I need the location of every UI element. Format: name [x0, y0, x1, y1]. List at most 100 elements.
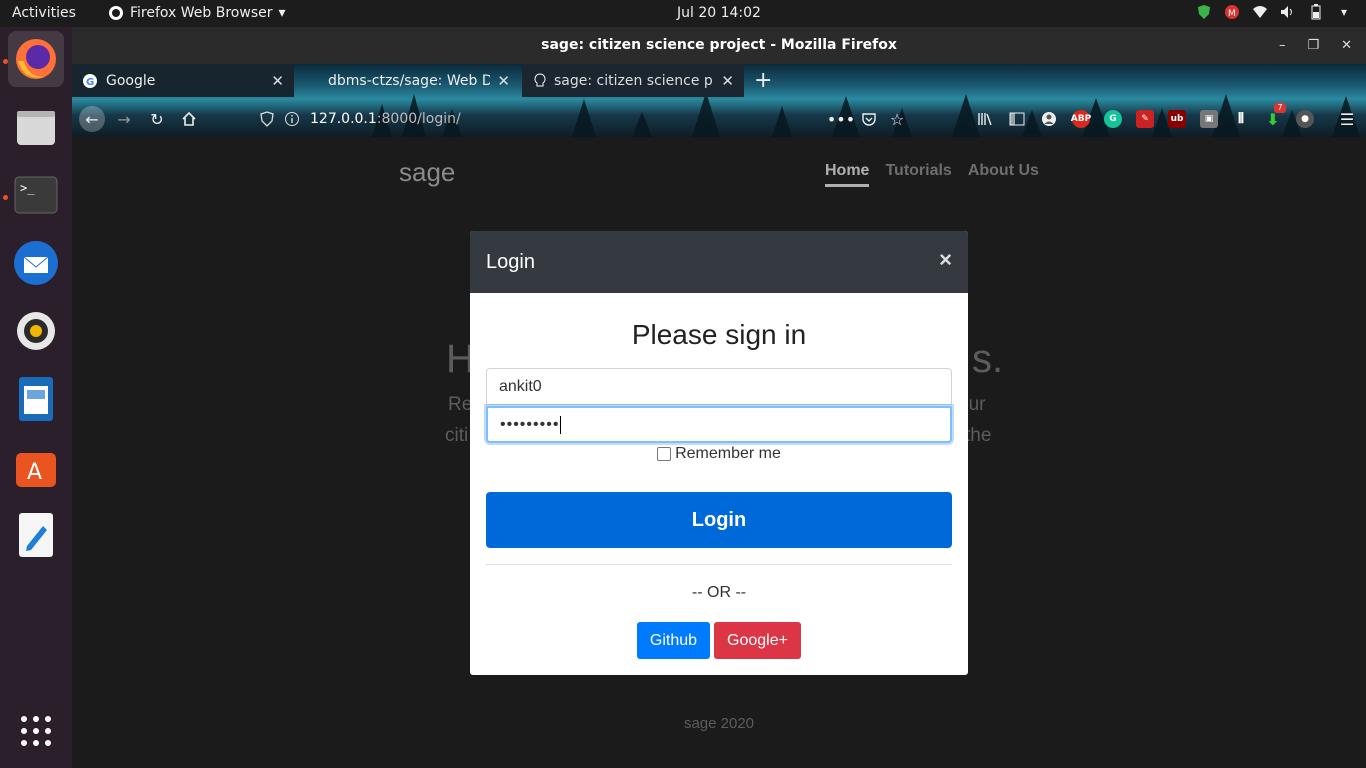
- chevron-down-icon[interactable]: ▾: [1336, 4, 1352, 20]
- google-favicon-icon: G: [83, 73, 97, 88]
- remember-me[interactable]: Remember me: [470, 445, 968, 463]
- text-editor-icon: [19, 513, 53, 557]
- reload-button[interactable]: ↻: [144, 106, 170, 132]
- tracking-shield-icon[interactable]: [260, 111, 274, 127]
- remember-label: Remember me: [675, 445, 781, 462]
- google-login-button[interactable]: Google+: [714, 622, 801, 659]
- reload-icon: ↻: [150, 109, 164, 129]
- login-button[interactable]: Login: [486, 492, 952, 548]
- hero-heading-right: s.: [972, 337, 1004, 381]
- forward-button[interactable]: →: [111, 106, 137, 132]
- minimize-icon[interactable]: –: [1279, 27, 1286, 64]
- site-footer: sage 2020: [683, 715, 755, 732]
- password-input[interactable]: •••••••••: [486, 406, 952, 443]
- site-brand[interactable]: sage: [399, 157, 455, 188]
- ublock-icon[interactable]: ub: [1168, 110, 1186, 128]
- color-picker-icon[interactable]: ✎: [1136, 110, 1154, 128]
- tab-and-nav-strip: G Google ✕ dbms-ctzs/sage: Web De ✕ sage…: [72, 64, 1366, 137]
- nav-home[interactable]: Home: [825, 162, 870, 187]
- wifi-icon[interactable]: [1252, 4, 1268, 20]
- username-value: ankit0: [499, 377, 542, 395]
- terminal-icon: >_: [14, 176, 58, 214]
- page-actions-button[interactable]: •••: [827, 106, 855, 132]
- tab-google[interactable]: G Google ✕: [72, 64, 294, 97]
- url-path: :8000/login/: [376, 111, 461, 127]
- tab-close-icon[interactable]: ✕: [721, 72, 734, 90]
- url-host: 127.0.0.1: [310, 111, 377, 127]
- home-icon: [182, 111, 196, 126]
- dock-rhythmbox[interactable]: [8, 303, 64, 359]
- mail-notify-icon[interactable]: M: [1224, 4, 1240, 20]
- hero-text-right-2: the: [965, 425, 992, 446]
- pocket-icon: [862, 113, 876, 126]
- bookmark-star-button[interactable]: ☆: [884, 106, 910, 132]
- bars-extension-icon[interactable]: ⦀: [1232, 110, 1250, 128]
- running-indicator: [3, 195, 8, 200]
- close-icon[interactable]: ×: [939, 247, 952, 273]
- sidebar-icon: [1009, 112, 1025, 126]
- dock-writer[interactable]: [8, 371, 64, 427]
- extension-icon[interactable]: ●: [1296, 110, 1314, 128]
- plus-icon: +: [754, 68, 773, 93]
- grammarly-icon[interactable]: G: [1104, 110, 1122, 128]
- clock[interactable]: Jul 20 14:02: [0, 5, 1366, 21]
- nav-tutorials[interactable]: Tutorials: [885, 162, 951, 187]
- dock-thunderbird[interactable]: [8, 235, 64, 291]
- back-button[interactable]: ←: [79, 106, 105, 132]
- account-icon: [1042, 112, 1056, 126]
- home-button[interactable]: [176, 106, 202, 132]
- arrow-left-icon: ←: [85, 109, 99, 129]
- adblock-plus-icon[interactable]: ABP: [1071, 110, 1091, 128]
- divider: [486, 564, 952, 565]
- tab-close-icon[interactable]: ✕: [497, 72, 510, 90]
- modal-header: Login ×: [470, 231, 968, 293]
- sidebar-button[interactable]: [1004, 106, 1030, 132]
- star-icon: ☆: [889, 109, 905, 129]
- signin-heading: Please sign in: [631, 319, 807, 350]
- tab-label: sage: citizen science proj: [554, 72, 714, 89]
- maximize-icon[interactable]: ❐: [1307, 27, 1319, 64]
- menu-button[interactable]: ☰: [1334, 106, 1360, 132]
- close-icon[interactable]: ✕: [1341, 27, 1352, 64]
- battery-icon[interactable]: [1308, 4, 1324, 20]
- files-icon: [17, 111, 55, 145]
- svg-text:A: A: [27, 460, 42, 485]
- dock-files[interactable]: [8, 99, 64, 155]
- account-button[interactable]: [1036, 106, 1062, 132]
- dock-text-editor[interactable]: [8, 507, 64, 563]
- firefox-icon: [16, 39, 56, 79]
- dock-firefox[interactable]: [8, 31, 64, 87]
- window-titlebar[interactable]: sage: citizen science project - Mozilla …: [72, 27, 1366, 64]
- url-bar[interactable]: 127.0.0.1:8000/login/: [260, 105, 910, 133]
- tab-sage[interactable]: sage: citizen science proj ✕: [522, 64, 744, 97]
- password-value: •••••••••: [500, 415, 560, 433]
- tab-close-icon[interactable]: ✕: [271, 72, 284, 90]
- rhythmbox-icon: [17, 312, 55, 350]
- tab-label: Google: [106, 72, 156, 89]
- github-login-button[interactable]: Github: [637, 622, 710, 659]
- library-icon: [978, 113, 992, 126]
- shield-icon[interactable]: [1196, 4, 1212, 20]
- new-tab-button[interactable]: +: [748, 64, 778, 97]
- username-input[interactable]: ankit0: [486, 368, 952, 405]
- dock-app-grid[interactable]: [8, 703, 64, 759]
- tab-github[interactable]: dbms-ctzs/sage: Web De ✕: [298, 64, 520, 97]
- volume-icon[interactable]: [1280, 4, 1296, 20]
- pocket-button[interactable]: [856, 106, 882, 132]
- library-button[interactable]: [972, 106, 998, 132]
- thunderbird-icon: [14, 241, 58, 285]
- download-badge: 7: [1274, 103, 1286, 113]
- info-icon[interactable]: [284, 111, 300, 127]
- arrow-right-icon: →: [117, 109, 131, 129]
- remember-checkbox[interactable]: [657, 447, 672, 461]
- writer-icon: [19, 377, 53, 421]
- hamburger-menu-icon: ☰: [1339, 109, 1355, 129]
- screenshot-icon[interactable]: ▣: [1200, 110, 1218, 128]
- modal-title: Login: [486, 251, 535, 273]
- svg-text:>_: >_: [20, 181, 35, 195]
- window-title: sage: citizen science project - Mozilla …: [541, 37, 897, 53]
- dock-terminal[interactable]: >_: [8, 167, 64, 223]
- hero-text-left-2: citi: [445, 425, 469, 446]
- nav-about[interactable]: About Us: [968, 162, 1039, 187]
- dock-software[interactable]: A: [8, 439, 64, 495]
